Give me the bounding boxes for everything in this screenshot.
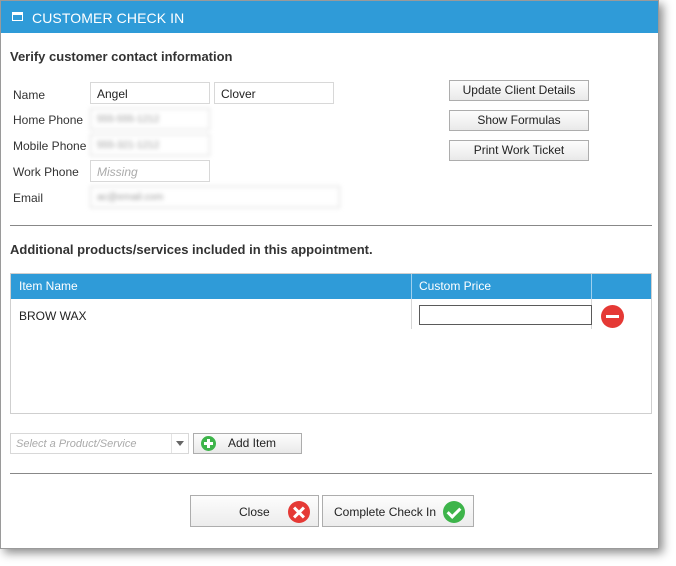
products-section-heading: Additional products/services included in… bbox=[10, 242, 373, 257]
contact-section-heading: Verify customer contact information bbox=[10, 49, 233, 64]
add-item-button[interactable]: Add Item bbox=[193, 433, 302, 454]
dialog-title: CUSTOMER CHECK IN bbox=[32, 10, 185, 26]
select-placeholder: Select a Product/Service bbox=[16, 438, 137, 450]
custom-price-input[interactable] bbox=[419, 305, 592, 325]
add-circle-icon bbox=[201, 436, 216, 451]
window-icon bbox=[12, 12, 23, 21]
complete-check-in-label: Complete Check In bbox=[334, 505, 437, 519]
products-grid: Item Name Custom Price BROW WAX bbox=[10, 273, 652, 414]
check-circle-icon bbox=[443, 501, 465, 523]
print-work-ticket-button[interactable]: Print Work Ticket bbox=[449, 140, 589, 161]
home-phone-label: Home Phone bbox=[13, 113, 84, 127]
email-label: Email bbox=[13, 191, 44, 205]
work-phone-label: Work Phone bbox=[13, 165, 79, 179]
grid-header: Item Name Custom Price bbox=[11, 274, 651, 299]
footer-divider bbox=[10, 473, 652, 474]
column-header-custom-price[interactable]: Custom Price bbox=[411, 274, 592, 299]
email-field[interactable]: ac@email.com bbox=[90, 186, 340, 208]
home-phone-field[interactable]: 555-555-1212 bbox=[90, 108, 210, 130]
complete-check-in-button[interactable]: Complete Check In bbox=[322, 495, 474, 527]
close-label: Close bbox=[239, 505, 270, 519]
title-bar: CUSTOMER CHECK IN bbox=[1, 1, 658, 33]
mobile-phone-label: Mobile Phone bbox=[13, 139, 87, 153]
product-service-select[interactable]: Select a Product/Service bbox=[10, 433, 189, 454]
close-circle-icon bbox=[288, 501, 310, 523]
column-header-item-name[interactable]: Item Name bbox=[11, 274, 412, 299]
update-client-details-button[interactable]: Update Client Details bbox=[449, 80, 589, 101]
close-button[interactable]: Close bbox=[190, 495, 319, 527]
remove-circle-icon[interactable] bbox=[601, 305, 624, 328]
mobile-phone-field[interactable]: 555-321-1212 bbox=[90, 134, 210, 156]
column-divider bbox=[591, 274, 592, 299]
name-label: Name bbox=[13, 88, 46, 102]
customer-check-in-dialog: CUSTOMER CHECK IN Verify customer contac… bbox=[0, 0, 659, 549]
chevron-down-icon[interactable] bbox=[171, 434, 188, 453]
show-formulas-button[interactable]: Show Formulas bbox=[449, 110, 589, 131]
first-name-field[interactable]: Angel bbox=[90, 82, 210, 104]
table-row-item-name: BROW WAX bbox=[19, 309, 87, 323]
last-name-field[interactable]: Clover bbox=[214, 82, 334, 104]
section-divider bbox=[10, 225, 652, 226]
add-item-label: Add Item bbox=[228, 436, 277, 450]
work-phone-field[interactable]: Missing bbox=[90, 160, 210, 182]
cell-divider bbox=[411, 299, 412, 329]
